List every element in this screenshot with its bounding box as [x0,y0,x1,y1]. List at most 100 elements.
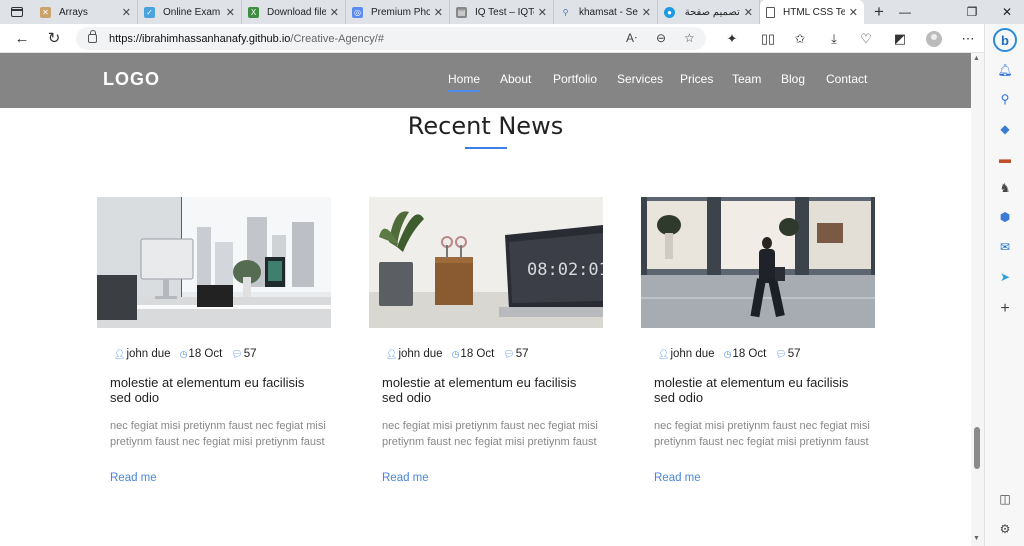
close-tab-icon[interactable]: ✕ [330,6,339,19]
refresh-button[interactable]: ↻ [40,24,68,53]
post-excerpt: nec fegiat misi pretiynm faust nec fegia… [382,420,598,448]
nav-blog[interactable]: Blog [781,72,805,86]
browser-tab[interactable]: X Download file ✕ [242,0,346,24]
settings-gear-icon[interactable]: ⚙ [997,521,1013,537]
comments-icon: 💬︎ [503,348,515,359]
news-image-office[interactable] [97,197,331,328]
drop-icon[interactable]: ➤ [997,269,1013,285]
post-headline[interactable]: molestie at elementum eu facilisis sed o… [654,375,864,405]
sidebar-toggle-icon[interactable]: ◫ [997,491,1013,507]
title-underline [465,147,507,149]
outlook-icon[interactable]: ✉ [997,239,1013,255]
address-bar[interactable]: https://ibrahimhassanhanafy.github.io/Cr… [76,27,706,50]
shopping-tag-icon[interactable]: ◆ [997,121,1013,137]
browser-tab[interactable]: ✕ Arrays ✕ [34,0,138,24]
post-meta: 👤︎ john due ◷ 18 Oct 💬︎ 57 [386,348,529,360]
close-tab-icon[interactable]: ✕ [642,6,651,19]
news-image-laptop[interactable]: 08:02:01 [369,197,603,328]
tab-actions-icon [11,7,23,17]
games-icon[interactable]: ♞ [997,180,1013,196]
post-date: 18 Oct [460,348,495,360]
read-more-link[interactable]: Read me [382,472,429,484]
clock-icon: ◷ [451,348,460,359]
browser-tab-strip: ✕ Arrays ✕ ✓ Online Exam ✕ X Download fi… [0,0,1024,24]
browser-tab[interactable]: ◎ Premium Pho ✕ [346,0,450,24]
tools-icon[interactable]: ▬ [997,151,1013,167]
read-more-link[interactable]: Read me [654,472,701,484]
nav-team[interactable]: Team [732,72,761,86]
web-page: LOGO Home About Portfolio Services Price… [0,53,971,546]
downloads-icon[interactable]: ⤓ [820,24,848,53]
read-more-link[interactable]: Read me [110,472,157,484]
tab-title: khamsat - Sea [579,6,638,18]
browser-tab-active[interactable]: HTML CSS Te ✕ [760,0,864,24]
extensions-icon[interactable]: ✦ [718,24,746,53]
user-icon: 👤︎ [386,348,398,359]
notification-bell-icon[interactable]: 🔔︎ [997,62,1013,78]
news-image-storefront[interactable] [641,197,875,328]
tab-actions-button[interactable] [0,0,34,24]
post-author[interactable]: john due [398,348,442,360]
close-tab-icon[interactable]: ✕ [434,6,443,19]
close-tab-icon[interactable]: ✕ [538,6,547,19]
post-comments-count[interactable]: 57 [516,348,529,360]
close-tab-icon[interactable]: ✕ [849,6,858,19]
collections-icon[interactable]: ◩ [886,24,914,53]
tab-title: Online Exam [163,6,221,18]
more-menu-icon[interactable]: ⋯ [954,24,982,53]
laptop-clock-text: 08:02:01 [527,260,603,280]
post-date: 18 Oct [732,348,767,360]
browser-tab[interactable]: ✓ Online Exam ✕ [138,0,242,24]
tab-favicon-icon: ● [664,6,675,18]
post-comments-count[interactable]: 57 [244,348,257,360]
scroll-down-arrow-icon[interactable]: ▼ [973,535,980,542]
lock-icon [88,30,97,43]
nav-portfolio[interactable]: Portfolio [553,72,597,86]
browser-essentials-icon[interactable]: ♡ [852,24,880,53]
favorites-icon[interactable]: ✩ [786,24,814,53]
nav-about[interactable]: About [500,72,531,86]
close-window-button[interactable]: ✕ [990,0,1024,24]
clock-icon: ◷ [723,348,732,359]
favorite-star-icon[interactable]: ☆ [684,31,695,45]
add-sidebar-app-icon[interactable]: + [997,300,1013,317]
post-meta: 👤︎ john due ◷ 18 Oct 💬︎ 57 [658,348,801,360]
post-headline[interactable]: molestie at elementum eu facilisis sed o… [110,375,320,405]
post-author[interactable]: john due [126,348,170,360]
browser-tab[interactable]: ● تصميم صفحة ✕ [658,0,760,24]
page-scrollbar[interactable]: ▲ ▼ [971,53,984,546]
back-button[interactable]: ← [8,24,36,53]
profile-avatar[interactable] [926,31,942,47]
tab-favicon-icon: ✓ [144,6,155,18]
nav-home[interactable]: Home [448,72,481,92]
tab-favicon-icon: ✕ [40,6,51,18]
office-icon[interactable]: ⬢ [997,209,1013,225]
restore-button[interactable]: ❐ [955,0,989,24]
zoom-icon[interactable]: ⊖ [656,31,666,45]
split-screen-icon[interactable]: ▯▯ [754,24,782,53]
nav-services[interactable]: Services [617,72,663,86]
post-author[interactable]: john due [670,348,714,360]
read-aloud-icon[interactable]: Aᐧ [626,31,637,45]
tab-title: Download file [267,6,326,18]
post-comments-count[interactable]: 57 [788,348,801,360]
section-title: Recent News [407,112,564,140]
post-date: 18 Oct [188,348,223,360]
scroll-up-arrow-icon[interactable]: ▲ [973,55,980,62]
close-tab-icon[interactable]: ✕ [226,6,235,19]
browser-tab[interactable]: ⚲ khamsat - Sea ✕ [554,0,658,24]
scrollbar-thumb[interactable] [974,427,980,469]
comments-icon: 💬︎ [231,348,243,359]
site-logo[interactable]: LOGO [103,69,160,90]
post-excerpt: nec fegiat misi pretiynm faust nec fegia… [110,420,326,448]
close-tab-icon[interactable]: ✕ [744,6,753,19]
nav-contact[interactable]: Contact [826,72,867,86]
bing-copilot-icon[interactable]: b [993,28,1017,52]
post-headline[interactable]: molestie at elementum eu facilisis sed o… [382,375,592,405]
nav-prices[interactable]: Prices [680,72,713,86]
search-icon[interactable]: ⚲ [997,91,1013,107]
close-tab-icon[interactable]: ✕ [122,6,131,19]
minimize-button[interactable]: — [888,0,922,24]
user-icon: 👤︎ [658,348,670,359]
browser-tab[interactable]: ▤ IQ Test – IQTe ✕ [450,0,554,24]
